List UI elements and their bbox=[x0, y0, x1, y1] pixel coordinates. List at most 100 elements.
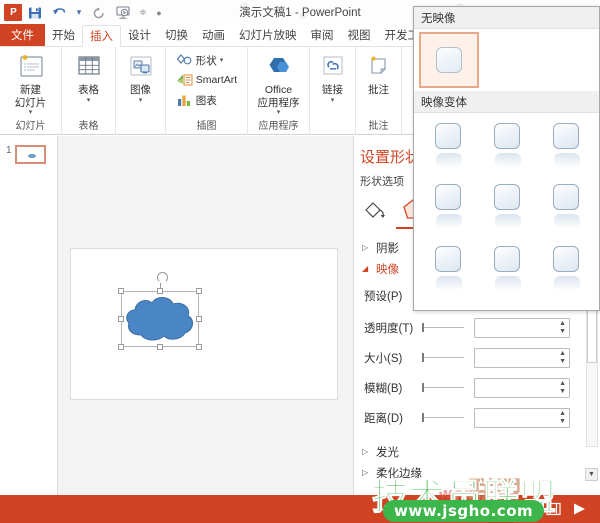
images-caret-icon[interactable]: ▾ bbox=[139, 97, 143, 104]
link-button[interactable]: 链接 ▾ bbox=[309, 49, 357, 104]
slide-thumbnail-pane: 1 bbox=[0, 136, 58, 495]
images-button[interactable]: 图像 ▾ bbox=[117, 49, 165, 104]
resize-handle-w[interactable] bbox=[118, 316, 124, 322]
resize-handle-e[interactable] bbox=[196, 316, 202, 322]
chart-button[interactable]: 图表 bbox=[174, 91, 219, 109]
size-input[interactable]: ▲ ▼ bbox=[474, 348, 570, 368]
size-stepper[interactable]: ▲ ▼ bbox=[559, 350, 566, 366]
slide-edit-area bbox=[58, 136, 353, 495]
blur-slider[interactable] bbox=[420, 381, 468, 395]
thumbnail-row[interactable]: 1 bbox=[0, 136, 57, 164]
reflection-variants-grid bbox=[414, 113, 599, 309]
table-button[interactable]: 表格 ▾ bbox=[65, 49, 113, 104]
selected-shape-group[interactable] bbox=[118, 272, 202, 350]
ribbon-group-images: 图像 ▾ bbox=[116, 47, 166, 135]
blur-stepper[interactable]: ▲ ▼ bbox=[559, 380, 566, 396]
comments-button[interactable]: 批注 bbox=[431, 501, 488, 517]
chart-label: 图表 bbox=[195, 94, 217, 107]
new-slide-label-2: 幻灯片 bbox=[14, 96, 47, 109]
blur-row: 模糊(B) ▲ ▼ bbox=[354, 373, 600, 403]
resize-handle-s[interactable] bbox=[157, 344, 163, 350]
no-reflection-row bbox=[414, 29, 599, 91]
slide-thumbnail-1[interactable] bbox=[14, 145, 46, 164]
shapes-caret-icon[interactable]: ▾ bbox=[220, 57, 224, 64]
ribbon-group-slides: 新建 幻灯片 ▾ 幻灯片 bbox=[0, 47, 62, 135]
shadow-expand-icon[interactable]: ▷ bbox=[362, 243, 370, 252]
notes-label: 备注 bbox=[400, 504, 422, 516]
reflection-label: 映像 bbox=[376, 263, 399, 276]
tab-file[interactable]: 文件 bbox=[0, 24, 45, 46]
tab-view[interactable]: 视图 bbox=[341, 24, 378, 46]
resize-handle-se[interactable] bbox=[196, 344, 202, 350]
notes-button[interactable]: 备注 bbox=[374, 501, 431, 517]
group-label-illustrations: 插图 bbox=[196, 121, 217, 132]
reflection-variant-4[interactable] bbox=[418, 180, 477, 241]
reading-view-button[interactable] bbox=[540, 495, 566, 523]
transparency-input[interactable]: ▲ ▼ bbox=[474, 318, 570, 338]
tab-home[interactable]: 开始 bbox=[45, 24, 82, 46]
shapes-button[interactable]: 形状 ▾ bbox=[174, 51, 226, 69]
comments-icon bbox=[441, 504, 452, 513]
tab-review[interactable]: 审阅 bbox=[304, 24, 341, 46]
comments-label: 批注 bbox=[457, 504, 479, 516]
group-label-comments: 批注 bbox=[368, 121, 389, 132]
resize-handle-ne[interactable] bbox=[196, 288, 202, 294]
reflection-variant-8[interactable] bbox=[477, 242, 536, 303]
office-apps-caret-icon[interactable]: ▾ bbox=[277, 109, 281, 116]
reflection-variant-7[interactable] bbox=[418, 242, 477, 303]
glow-expand-icon[interactable]: ▷ bbox=[362, 447, 370, 456]
reflection-gallery-dropdown: 无映像 映像变体 bbox=[413, 6, 600, 311]
rotate-handle[interactable] bbox=[157, 272, 168, 283]
reflection-variant-6[interactable] bbox=[536, 180, 595, 241]
distance-slider[interactable] bbox=[420, 411, 468, 425]
normal-view-button[interactable] bbox=[488, 495, 514, 523]
transparency-stepper[interactable]: ▲ ▼ bbox=[559, 320, 566, 336]
group-label-tables: 表格 bbox=[78, 121, 99, 132]
ribbon-group-apps: Office 应用程序 ▾ 应用程序 bbox=[248, 47, 310, 135]
tab-animations[interactable]: 动画 bbox=[195, 24, 232, 46]
tab-design[interactable]: 设计 bbox=[121, 24, 158, 46]
reflection-collapse-icon[interactable]: ◢ bbox=[362, 264, 370, 273]
size-label: 大小(S) bbox=[364, 353, 403, 365]
smartart-button[interactable]: SmartArt bbox=[174, 71, 239, 89]
powerpoint-window: P ▾ ≑ ● 演示文稿1 - PowerPoint 文件 开始 插入 设计 切… bbox=[0, 0, 600, 523]
comment-button[interactable]: 批注 bbox=[355, 49, 403, 97]
blur-label: 模糊(B) bbox=[364, 383, 403, 395]
distance-stepper[interactable]: ▲ ▼ bbox=[559, 410, 566, 426]
blur-input[interactable]: ▲ ▼ bbox=[474, 378, 570, 398]
fill-line-icon[interactable] bbox=[362, 197, 388, 227]
new-slide-caret-icon[interactable]: ▾ bbox=[29, 109, 33, 116]
resize-handle-sw[interactable] bbox=[118, 344, 124, 350]
distance-input[interactable]: ▲ ▼ bbox=[474, 408, 570, 428]
glow-section[interactable]: ▷ 发光 bbox=[354, 441, 600, 462]
table-caret-icon[interactable]: ▾ bbox=[87, 97, 91, 104]
format-pane-scroll-down-button[interactable]: ▼ bbox=[585, 468, 598, 481]
slideshow-view-button[interactable] bbox=[566, 495, 592, 523]
group-label-images bbox=[119, 118, 162, 135]
tab-insert[interactable]: 插入 bbox=[82, 25, 121, 47]
link-caret-icon[interactable]: ▾ bbox=[331, 97, 335, 104]
normal-view-icon bbox=[493, 502, 509, 516]
reflection-variant-5[interactable] bbox=[477, 180, 536, 241]
reflection-variant-3[interactable] bbox=[536, 119, 595, 180]
slide-sorter-button[interactable] bbox=[514, 495, 540, 523]
slide-canvas[interactable] bbox=[70, 248, 338, 400]
reflection-variant-9[interactable] bbox=[536, 242, 595, 303]
transparency-label: 透明度(T) bbox=[364, 323, 414, 335]
slideshow-view-icon bbox=[573, 503, 585, 515]
soft-edges-expand-icon[interactable]: ▷ bbox=[362, 468, 370, 477]
resize-handle-n[interactable] bbox=[157, 288, 163, 294]
new-slide-button[interactable]: 新建 幻灯片 ▾ bbox=[7, 49, 55, 116]
tab-slideshow[interactable]: 幻灯片放映 bbox=[232, 24, 304, 46]
transparency-slider[interactable] bbox=[420, 321, 468, 335]
soft-edges-section[interactable]: ▷ 柔化边缘 bbox=[354, 462, 600, 483]
ribbon-group-comments: 批注 批注 bbox=[356, 47, 402, 135]
resize-handle-nw[interactable] bbox=[118, 288, 124, 294]
reflection-variant-2[interactable] bbox=[477, 119, 536, 180]
table-label: 表格 bbox=[78, 84, 99, 96]
office-apps-button[interactable]: Office 应用程序 ▾ bbox=[255, 49, 303, 116]
reflection-variant-1[interactable] bbox=[418, 119, 477, 180]
size-slider[interactable] bbox=[420, 351, 468, 365]
no-reflection-preset[interactable] bbox=[419, 32, 479, 88]
tab-transitions[interactable]: 切换 bbox=[158, 24, 195, 46]
